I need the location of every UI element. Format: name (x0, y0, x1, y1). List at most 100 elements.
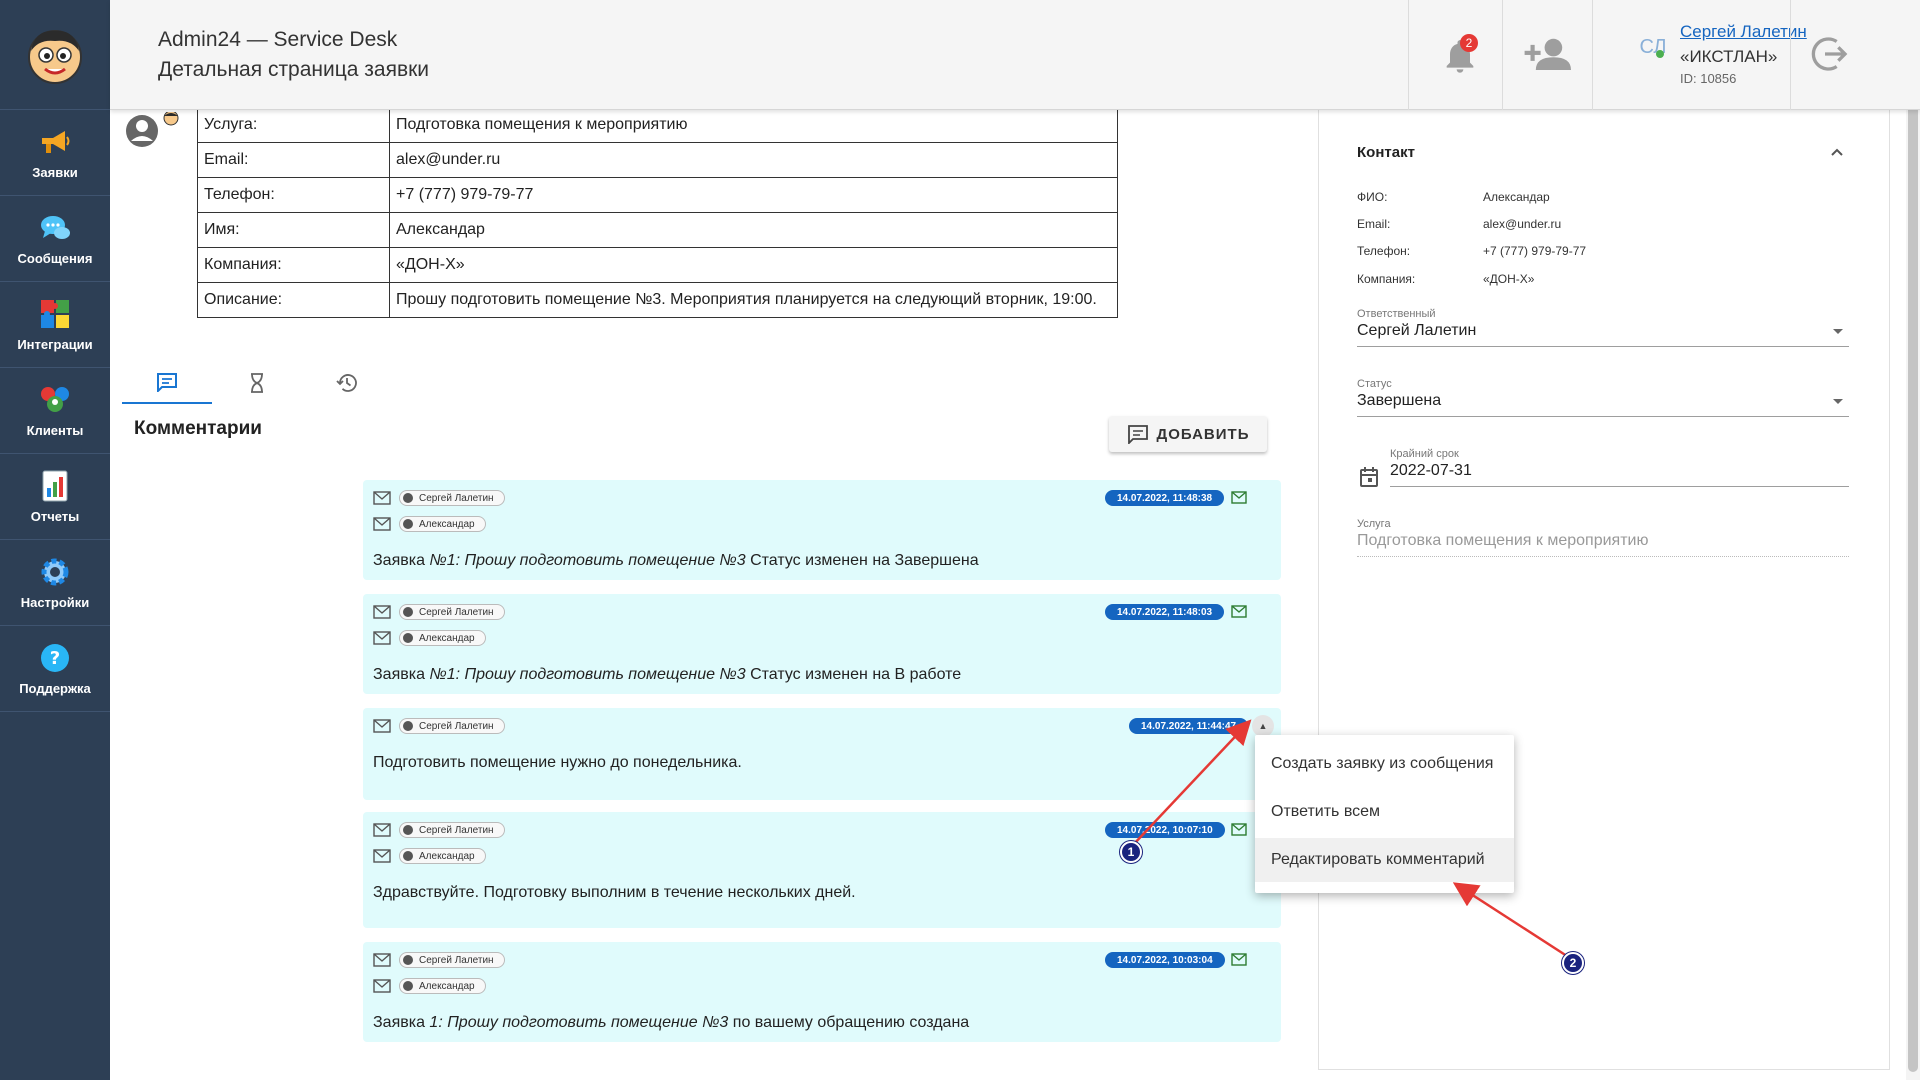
sidebar-item-settings[interactable]: Настройки (0, 540, 110, 626)
user-name-link[interactable]: Сергей Лалетин (1680, 22, 1807, 42)
recipient-chip: Александар (399, 516, 486, 532)
comment-menu-button[interactable]: ▲ (1252, 715, 1274, 737)
scrollbar[interactable] (1906, 0, 1920, 1080)
table-cell-key: Телефон: (197, 177, 390, 213)
author-chip: Сергей Лалетин (399, 952, 505, 968)
calendar-icon[interactable] (1359, 466, 1379, 488)
scrollbar-thumb[interactable] (1908, 72, 1918, 1072)
mail-incoming-icon (373, 849, 391, 863)
person-icon (403, 633, 413, 643)
sidebar-item-integrations[interactable]: Интеграции (0, 282, 110, 368)
person-icon (403, 519, 413, 529)
mail-sent-icon (1231, 605, 1247, 618)
person-icon (403, 955, 413, 965)
comment-card: Сергей Лалетин Александар 14.07.2022, 11… (363, 480, 1281, 580)
header-divider (1592, 0, 1593, 110)
header-divider (1502, 0, 1503, 110)
service-field: Услуга Подготовка помещения к мероприяти… (1357, 518, 1849, 557)
date-badge: 14.07.2022, 10:07:10 (1105, 822, 1225, 838)
person-icon (403, 607, 413, 617)
date-badge: 14.07.2022, 10:03:04 (1105, 952, 1225, 968)
mail-incoming-icon (373, 979, 391, 993)
comment-card: Сергей Лалетин Александар 14.07.2022, 10… (363, 812, 1281, 928)
mail-sent-icon (1231, 491, 1247, 504)
add-comment-label: ДОБАВИТЬ (1156, 425, 1250, 443)
table-cell-value: alex@under.ru (389, 142, 1118, 178)
header-divider (1790, 0, 1791, 110)
sidebar-item-requests[interactable]: Заявки (0, 110, 110, 196)
table-row: Email: alex@under.ru (197, 142, 1118, 178)
table-cell-key: Услуга: (197, 107, 390, 143)
status-select[interactable]: Статус Завершена (1357, 378, 1849, 417)
sidebar-item-support[interactable]: ? Поддержка (0, 626, 110, 712)
tabs (122, 362, 392, 404)
author-name: Сергей Лалетин (419, 720, 494, 732)
contact-key: ФИО: (1357, 190, 1388, 204)
svg-text:?: ? (50, 648, 60, 669)
notification-badge: 2 (1460, 34, 1478, 52)
sidebar: Заявки Сообщения Интеграции Клиенты Отче… (0, 0, 110, 1080)
menu-item-create-ticket[interactable]: Создать заявку из сообщения (1255, 742, 1514, 786)
table-row: Компания: «ДОН-Х» (197, 247, 1118, 283)
app-title: Admin24 — Service Desk (158, 28, 398, 51)
mail-sent-icon (1231, 823, 1247, 836)
field-label: Крайний срок (1390, 448, 1459, 460)
author-name: Сергей Лалетин (419, 954, 494, 966)
table-row: Телефон: +7 (777) 979-79-77 (197, 177, 1118, 213)
caret-down-icon (1833, 399, 1843, 404)
comment-text-prefix: Заявка (373, 666, 430, 683)
logo-face-icon (28, 29, 82, 84)
contact-value: Александар (1483, 190, 1550, 204)
tab-history[interactable] (302, 362, 392, 404)
comment-text-prefix: Заявка (373, 1014, 430, 1031)
comment-text: Заявка №1: Прошу подготовить помещение №… (373, 552, 979, 570)
ticket-info-table: Услуга: Подготовка помещения к мероприяти… (197, 107, 1118, 318)
contact-value: alex@under.ru (1483, 217, 1562, 231)
add-user-icon[interactable] (1523, 34, 1571, 74)
sidebar-item-label: Настройки (20, 595, 90, 610)
person-icon (403, 851, 413, 861)
logout-icon[interactable] (1810, 34, 1850, 74)
chevron-up-icon[interactable] (1829, 144, 1845, 160)
author-chip: Сергей Лалетин (399, 490, 505, 506)
table-cell-key: Компания: (197, 247, 390, 283)
comment-text-italic: №1: Прошу подготовить помещение №3 (429, 666, 746, 683)
menu-item-edit-comment[interactable]: Редактировать комментарий (1255, 838, 1514, 882)
recipient-name: Александар (419, 518, 475, 530)
contact-panel: Контакт ФИО: Александар Email: alex@unde… (1318, 110, 1890, 1070)
person-icon (403, 825, 413, 835)
sidebar-item-messages[interactable]: Сообщения (0, 196, 110, 282)
menu-item-reply-all[interactable]: Ответить всем (1255, 790, 1514, 834)
tab-timer[interactable] (212, 362, 302, 404)
recipient-chip: Александар (399, 848, 486, 864)
puzzle-icon (38, 297, 72, 331)
responsible-select[interactable]: Ответственный Сергей Лалетин (1357, 308, 1849, 347)
avatar[interactable]: СЛ (1633, 27, 1673, 67)
sidebar-item-clients[interactable]: Клиенты (0, 368, 110, 454)
table-row: Имя: Александар (197, 212, 1118, 248)
sidebar-item-reports[interactable]: Отчеты (0, 454, 110, 540)
contact-value: «ДОН-Х» (1483, 272, 1535, 286)
person-icon (403, 981, 413, 991)
add-comment-button[interactable]: ДОБАВИТЬ (1109, 416, 1267, 452)
question-icon: ? (38, 641, 72, 675)
people-icon (38, 383, 72, 417)
comment-text-italic: №1: Прошу подготовить помещение №3 (429, 552, 746, 569)
logo[interactable] (0, 0, 110, 110)
comment-text-suffix: по вашему обращению создана (728, 1014, 970, 1031)
recipient-name: Александар (419, 980, 475, 992)
sidebar-item-label: Сообщения (17, 251, 93, 266)
deadline-field[interactable]: Крайний срок 2022-07-31 (1390, 448, 1849, 487)
sidebar-item-label: Поддержка (19, 681, 91, 696)
field-label: Статус (1357, 378, 1392, 390)
mail-sent-icon (1231, 953, 1247, 966)
recipient-name: Александар (419, 850, 475, 862)
comment-context-menu: Создать заявку из сообщения Ответить все… (1255, 735, 1514, 893)
tab-comments[interactable] (122, 362, 212, 404)
comment-text: Заявка 1: Прошу подготовить помещение №3… (373, 1014, 969, 1032)
table-row: Услуга: Подготовка помещения к мероприяти… (197, 107, 1118, 143)
hourglass-icon (251, 373, 263, 393)
annotation-marker-1: 1 (1120, 841, 1142, 863)
author-chip: Сергей Лалетин (399, 718, 505, 734)
table-cell-value: «ДОН-Х» (389, 247, 1118, 283)
